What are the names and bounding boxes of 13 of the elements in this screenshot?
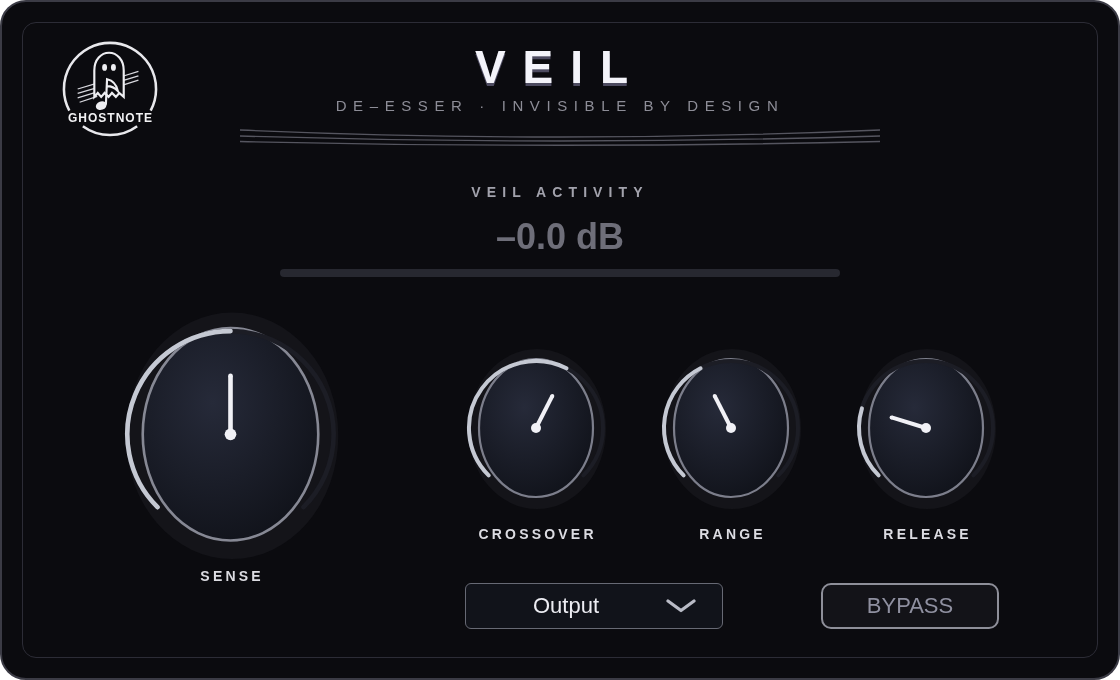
- knob-label: RELEASE: [882, 526, 972, 543]
- plugin-title: VEIL: [474, 44, 646, 90]
- knob-label: RANGE: [698, 526, 766, 543]
- output-dropdown[interactable]: Output: [465, 583, 723, 629]
- chevron-down-icon: [666, 599, 696, 613]
- meter-label: VEIL ACTIVITY: [471, 184, 649, 201]
- plugin-subtitle: DE–ESSER · INVISIBLE BY DESIGN: [335, 97, 785, 115]
- ghost-emblem-icon: [61, 40, 159, 138]
- brand-name: GHOSTNOTE: [67, 111, 153, 125]
- meter-reading: –0.0 dB: [495, 217, 625, 257]
- knob-label: CROSSOVER: [477, 526, 597, 543]
- bypass-button[interactable]: BYPASS: [821, 583, 999, 629]
- knob-label: SENSE: [199, 567, 264, 585]
